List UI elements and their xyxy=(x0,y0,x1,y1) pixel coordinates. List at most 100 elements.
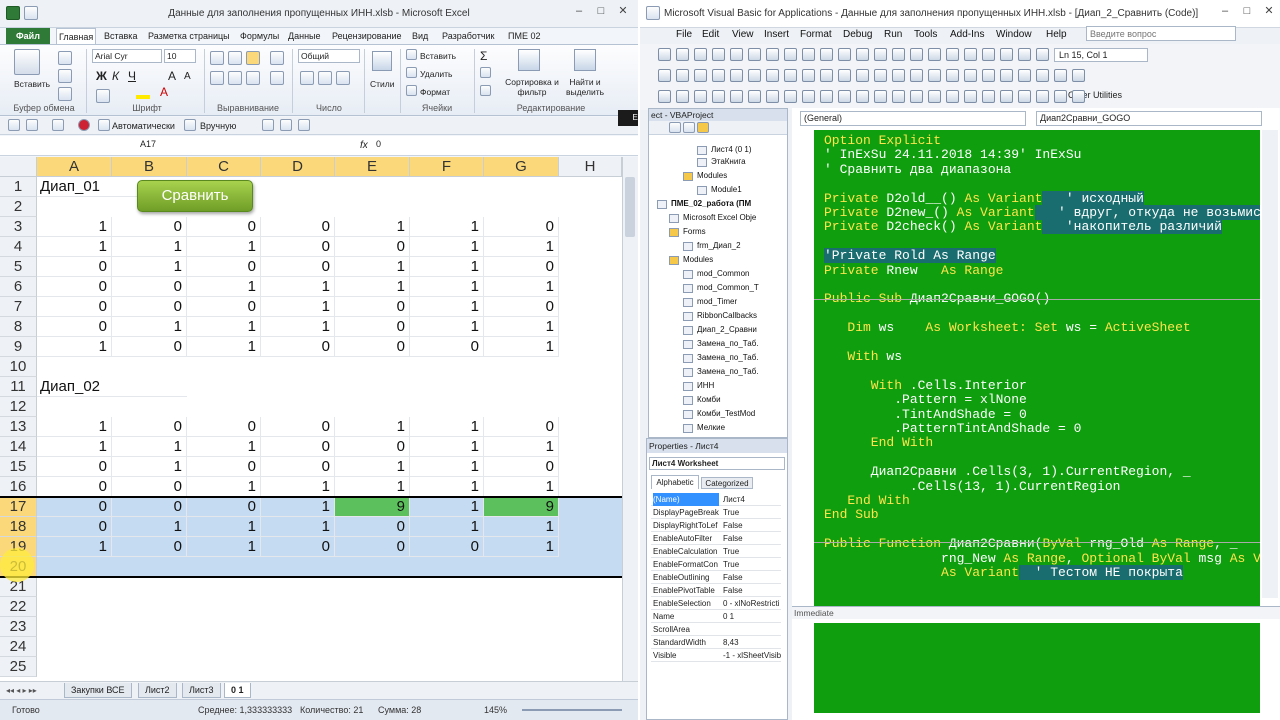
currency-icon[interactable] xyxy=(300,71,314,85)
property-row[interactable]: EnableOutlining False xyxy=(651,571,781,584)
tree-item[interactable]: Диап_2_Сравни xyxy=(697,325,757,334)
cell[interactable]: 1 xyxy=(335,277,410,297)
cell[interactable]: 0 xyxy=(261,237,335,257)
cell[interactable]: 0 xyxy=(112,417,187,437)
code-line[interactable]: .TintAndShade = 0 xyxy=(824,407,1027,422)
cell[interactable]: 1 xyxy=(410,217,484,237)
code-line[interactable]: End Sub xyxy=(824,507,879,522)
menu-view[interactable]: View xyxy=(732,29,754,40)
code-line[interactable]: As Variant ' Тестом НЕ покрыта xyxy=(824,565,1183,580)
cell[interactable]: 0 xyxy=(187,257,261,277)
cell[interactable]: 1 xyxy=(484,317,559,337)
copy-icon[interactable] xyxy=(58,69,72,83)
cell[interactable]: 1 xyxy=(187,237,261,257)
styles-button[interactable]: Стили xyxy=(370,79,395,89)
row-header[interactable]: 5 xyxy=(0,257,37,277)
code-line[interactable]: .Cells(13, 1).CurrentRegion xyxy=(824,479,1121,494)
property-value[interactable]: 0 - xlNoRestricti xyxy=(723,597,785,610)
shrink-font-icon[interactable]: A xyxy=(184,71,191,82)
sheet-tab[interactable]: Закупки ВСЕ xyxy=(64,683,132,698)
toolbar-button-icon[interactable] xyxy=(856,69,869,82)
cell[interactable]: 1 xyxy=(187,437,261,457)
toolbar-button-icon[interactable] xyxy=(892,69,905,82)
toolbar-button-icon[interactable] xyxy=(856,90,869,103)
merge-cells-icon[interactable] xyxy=(270,71,284,85)
tab-8[interactable]: Вид xyxy=(410,28,430,44)
tab-7[interactable]: Рецензирование xyxy=(330,28,404,44)
code-line[interactable]: Private D2old__() As Variant ' исходный xyxy=(824,190,1144,206)
cell[interactable]: 1 xyxy=(37,417,112,437)
toolbar-button-icon[interactable] xyxy=(982,48,995,61)
cell[interactable]: 0 xyxy=(335,317,410,337)
menu-help[interactable]: Help xyxy=(1046,29,1067,40)
cell[interactable]: 1 xyxy=(187,477,261,497)
procedure-combo[interactable]: Диап2Сравни_GOGO xyxy=(1036,111,1262,126)
tree-item[interactable]: Modules xyxy=(697,171,727,180)
cell[interactable]: 0 xyxy=(187,497,261,517)
percent-icon[interactable] xyxy=(318,71,332,85)
tree-item[interactable]: Module1 xyxy=(711,185,742,194)
cell[interactable]: 1 xyxy=(484,277,559,297)
cell[interactable]: 1 xyxy=(484,437,559,457)
cell[interactable]: 0 xyxy=(484,257,559,277)
menu-addins[interactable]: Add-Ins xyxy=(950,29,984,40)
property-row[interactable]: Name 0 1 xyxy=(651,610,781,623)
paste-button[interactable]: Вставить xyxy=(14,79,50,89)
compare-button[interactable]: Сравнить xyxy=(137,180,253,212)
cell[interactable]: 1 xyxy=(484,517,559,537)
fill-color-icon[interactable] xyxy=(136,95,150,99)
toolbar-button-icon[interactable] xyxy=(658,90,671,103)
cell[interactable]: 1 xyxy=(112,517,187,537)
formula-input[interactable]: 0 xyxy=(376,139,381,149)
cell[interactable]: 0 xyxy=(335,237,410,257)
code-line[interactable]: With ws xyxy=(824,349,902,364)
toolbar-button-icon[interactable] xyxy=(784,69,797,82)
tree-item[interactable]: Microsoft Excel Obje xyxy=(683,213,756,222)
cell[interactable]: 1 xyxy=(484,237,559,257)
clear-icon[interactable] xyxy=(480,85,491,96)
property-value[interactable]: 8,43 xyxy=(723,636,785,649)
toolbar-button-icon[interactable] xyxy=(712,90,725,103)
toolbar-button-icon[interactable] xyxy=(1000,48,1013,61)
tree-item[interactable]: ИНН xyxy=(697,381,714,390)
styles-icon[interactable] xyxy=(372,51,392,71)
toolbar-button-icon[interactable] xyxy=(946,90,959,103)
tab-4[interactable]: Разметка страницы xyxy=(146,28,232,44)
object-combo[interactable]: (General) xyxy=(800,111,1026,126)
cell[interactable]: 0 xyxy=(187,457,261,477)
row-header[interactable]: 9 xyxy=(0,337,37,357)
qat-tool-icon[interactable] xyxy=(298,119,310,131)
calc-icon[interactable] xyxy=(78,119,90,131)
cell[interactable]: 0 xyxy=(261,437,335,457)
code-line[interactable]: End With xyxy=(824,435,933,450)
cell[interactable]: 0 xyxy=(37,317,112,337)
property-value[interactable]: Лист4 xyxy=(723,493,785,506)
cell[interactable]: 0 xyxy=(261,417,335,437)
code-line[interactable]: Private Rnew As Range xyxy=(824,263,1003,278)
cell[interactable]: 1 xyxy=(37,437,112,457)
property-row[interactable]: EnableCalculation True xyxy=(651,545,781,558)
cell[interactable]: 1 xyxy=(410,317,484,337)
property-row[interactable]: Visible -1 - xlSheetVisib xyxy=(651,649,781,662)
cell[interactable]: 0 xyxy=(112,217,187,237)
tab-3[interactable]: Вставка xyxy=(102,28,139,44)
tree-item[interactable]: mod_Common_T xyxy=(697,283,759,292)
tab-6[interactable]: Данные xyxy=(286,28,323,44)
insert-cells-button[interactable]: Вставить xyxy=(420,51,456,61)
cell[interactable]: 1 xyxy=(410,277,484,297)
code-line[interactable]: Private D2check() As Variant 'накопитель… xyxy=(824,219,1222,235)
tree-item[interactable]: mod_Timer xyxy=(697,297,737,306)
save-icon[interactable] xyxy=(8,119,20,131)
toolbar-button-icon[interactable] xyxy=(1072,90,1085,103)
autosum-icon[interactable]: Σ xyxy=(480,49,487,63)
menu-format[interactable]: Format xyxy=(800,29,832,40)
toolbar-button-icon[interactable] xyxy=(730,69,743,82)
tree-item[interactable]: Modules xyxy=(683,255,713,264)
row-header[interactable]: 18 xyxy=(0,517,37,537)
row-header[interactable]: 12 xyxy=(0,397,37,417)
property-row[interactable]: EnableFormatCon True xyxy=(651,558,781,571)
row-header[interactable]: 8 xyxy=(0,317,37,337)
cell[interactable]: 1 xyxy=(410,297,484,317)
property-value[interactable]: -1 - xlSheetVisib xyxy=(723,649,785,662)
property-row[interactable]: EnableSelection 0 - xlNoRestricti xyxy=(651,597,781,610)
